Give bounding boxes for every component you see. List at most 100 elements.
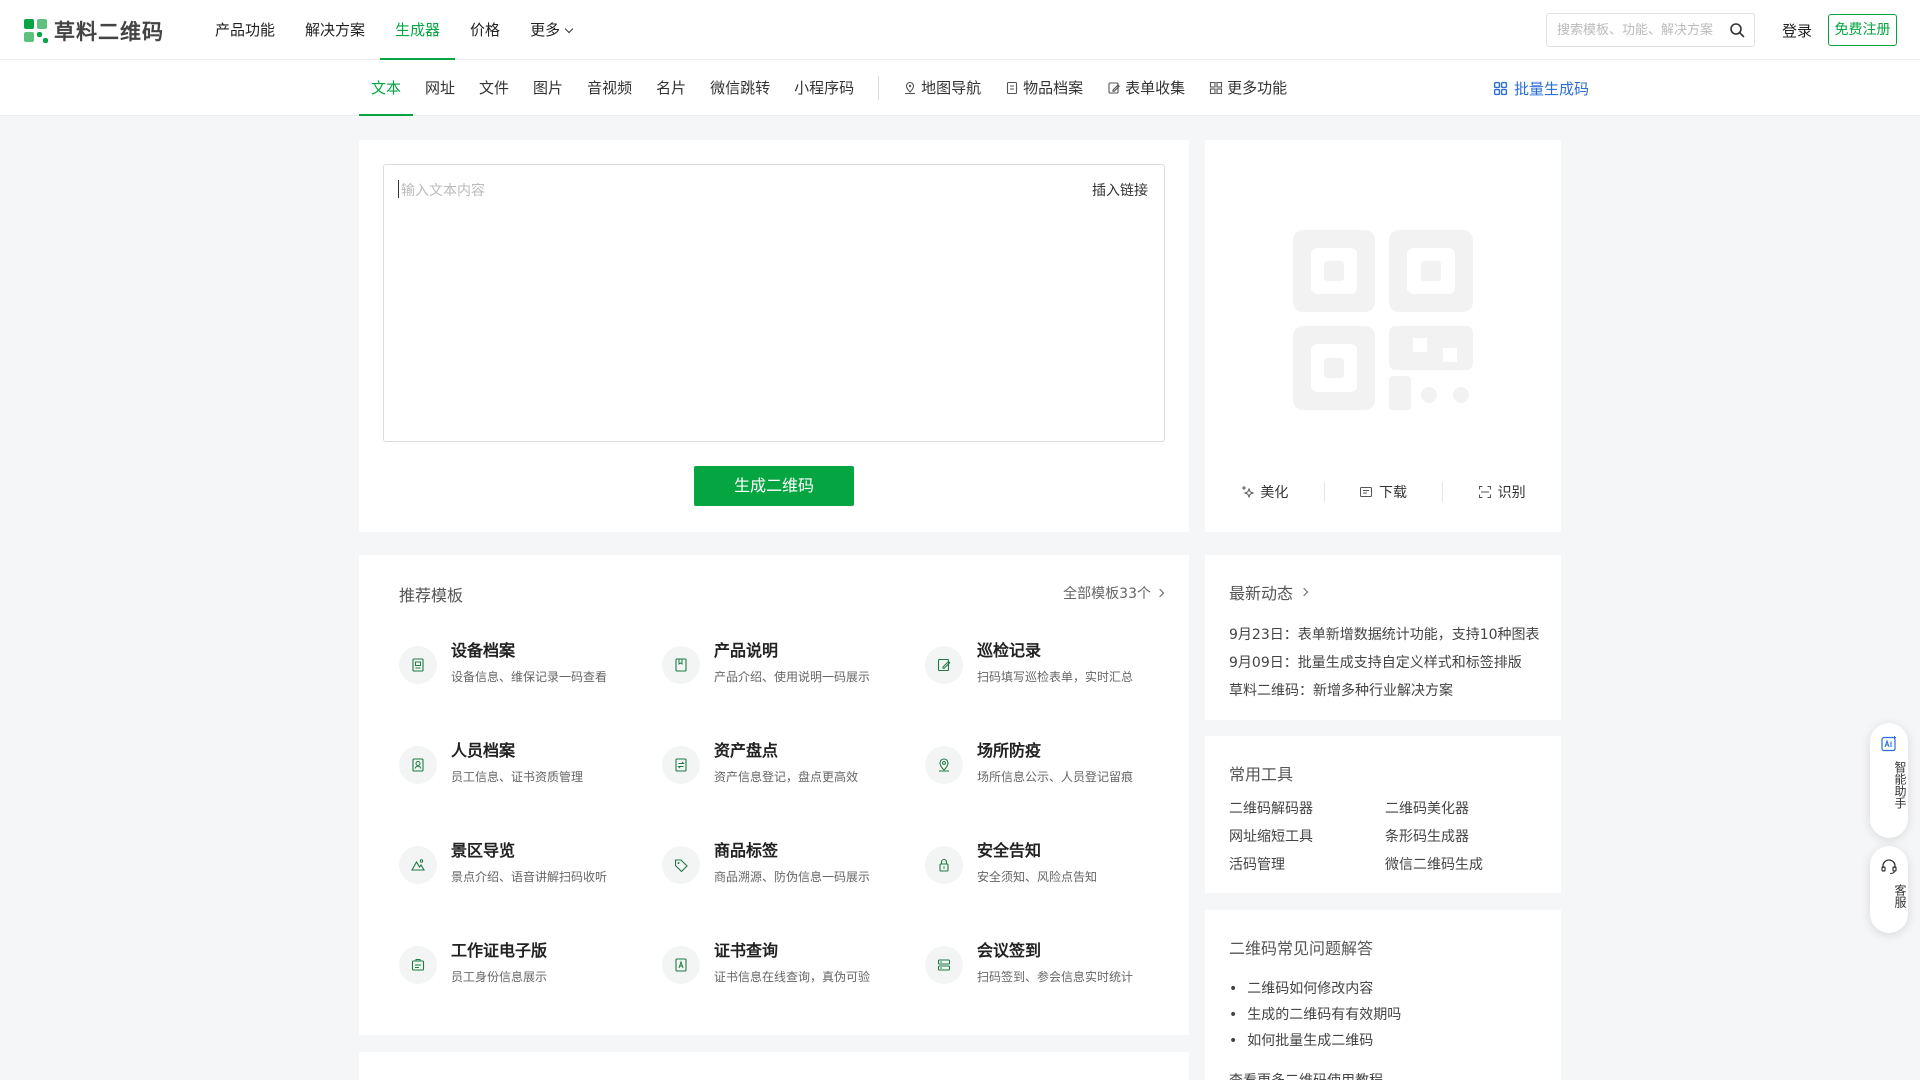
template-desc: 场所信息公示、人员登记留痕 bbox=[977, 770, 1134, 784]
login-link[interactable]: 登录 bbox=[1782, 20, 1812, 41]
person-doc-icon bbox=[412, 758, 424, 772]
template-item[interactable]: 场所防疫 场所信息公示、人员登记留痕 bbox=[925, 740, 1179, 840]
tab-audio-video[interactable]: 音视频 bbox=[575, 60, 644, 116]
batch-generate-label: 批量生成码 bbox=[1514, 80, 1590, 98]
template-item[interactable]: 证书查询 证书信息在线查询，真伪可验 bbox=[662, 940, 925, 1040]
chevron-down-icon bbox=[564, 24, 574, 34]
tab-map-navigation[interactable]: 地图导航 bbox=[891, 60, 993, 116]
news-title-link[interactable]: 最新动态 bbox=[1229, 580, 1309, 604]
template-item[interactable]: 会议签到扫码签到、参会信息实时统计 bbox=[925, 940, 1179, 1040]
template-desc: 产品介绍、使用说明一码展示 bbox=[714, 670, 871, 684]
chevron-right-icon bbox=[1299, 587, 1309, 597]
generate-qr-button[interactable]: 生成二维码 bbox=[694, 466, 854, 506]
faq-item[interactable]: 如何批量生成二维码 bbox=[1229, 1028, 1401, 1054]
nav-pricing[interactable]: 价格 bbox=[455, 0, 515, 60]
template-item[interactable]: 景区导览 景点介绍、语音讲解扫码收听 bbox=[399, 840, 662, 940]
search-icon[interactable] bbox=[1729, 22, 1745, 38]
insert-link-button[interactable]: 插入链接 bbox=[1092, 180, 1148, 200]
template-desc: 员工信息、证书资质管理 bbox=[451, 770, 584, 784]
qr-actions-bar: 美化 下载 识别 bbox=[1205, 480, 1561, 504]
tools-grid: 二维码解码器 二维码美化器 网址缩短工具 条形码生成器 活码管理 微信二维码生成 bbox=[1229, 795, 1541, 879]
ai-assistant-button[interactable]: 智能助手 bbox=[1870, 723, 1908, 838]
register-button[interactable]: 免费注册 bbox=[1828, 14, 1897, 46]
nav-generator[interactable]: 生成器 bbox=[380, 0, 456, 60]
batch-grid-icon bbox=[1493, 81, 1508, 96]
news-item[interactable]: 9月09日：批量生成支持自定义样式和标签排版 bbox=[1229, 649, 1540, 677]
chevron-right-icon bbox=[1155, 588, 1165, 598]
template-desc: 证书信息在线查询，真伪可验 bbox=[714, 970, 871, 984]
nav-more[interactable]: 更多 bbox=[515, 0, 587, 60]
template-desc: 扫码签到、参会信息实时统计 bbox=[977, 970, 1134, 984]
tool-link[interactable]: 网址缩短工具 bbox=[1229, 823, 1385, 851]
lock-icon bbox=[939, 858, 949, 872]
faq-item[interactable]: 生成的二维码有有效期吗 bbox=[1229, 1002, 1401, 1028]
search-input[interactable] bbox=[1547, 14, 1717, 46]
image-icon bbox=[1360, 487, 1372, 497]
template-item[interactable]: 人员档案 员工信息、证书资质管理 bbox=[399, 740, 662, 840]
tab-form-collection[interactable]: 表单收集 bbox=[1095, 60, 1197, 116]
tab-file[interactable]: 文件 bbox=[467, 60, 521, 116]
logo[interactable]: 草料二维码 bbox=[24, 16, 164, 46]
tab-wechat-redirect[interactable]: 微信跳转 bbox=[698, 60, 782, 116]
template-item[interactable]: 设备档案 设备信息、维保记录一码查看 bbox=[399, 640, 662, 740]
news-item[interactable]: 9月23日：表单新增数据统计功能，支持10种图表 bbox=[1229, 621, 1540, 649]
tab-text[interactable]: 文本 bbox=[359, 60, 414, 116]
tab-url[interactable]: 网址 bbox=[413, 60, 467, 116]
edit-doc-icon bbox=[937, 658, 951, 672]
main-nav: 产品功能 解决方案 生成器 价格 更多 bbox=[200, 0, 587, 60]
recognize-button[interactable]: 识别 bbox=[1442, 480, 1561, 504]
tool-link[interactable]: 活码管理 bbox=[1229, 851, 1385, 879]
tag-icon bbox=[674, 859, 688, 873]
faq-item[interactable]: 二维码如何修改内容 bbox=[1229, 976, 1401, 1002]
search-box bbox=[1546, 13, 1755, 47]
all-templates-link[interactable]: 全部模板33个 bbox=[1063, 583, 1165, 603]
template-desc: 商品溯源、防伪信息一码展示 bbox=[714, 870, 871, 884]
customer-service-button[interactable]: 客服 bbox=[1870, 846, 1908, 933]
people-icon bbox=[937, 959, 951, 971]
tool-link[interactable]: 微信二维码生成 bbox=[1385, 851, 1541, 879]
grid-icon bbox=[1210, 81, 1223, 95]
tab-mini-program[interactable]: 小程序码 bbox=[782, 60, 866, 116]
tab-more-functions[interactable]: 更多功能 bbox=[1197, 60, 1299, 116]
template-item[interactable]: 资产盘点 资产信息登记，盘点更高效 bbox=[662, 740, 925, 840]
all-templates-label: 全部模板33个 bbox=[1063, 586, 1151, 602]
text-caret bbox=[398, 180, 399, 198]
faq-title: 二维码常见问题解答 bbox=[1229, 939, 1374, 958]
customer-service-label: 客服 bbox=[1893, 884, 1907, 908]
download-label: 下载 bbox=[1379, 485, 1407, 501]
batch-generate-link[interactable]: 批量生成码 bbox=[1493, 78, 1589, 99]
tab-map-navigation-label: 地图导航 bbox=[921, 79, 982, 97]
template-item[interactable]: 工作证电子版 员工身份信息展示 bbox=[399, 940, 662, 1040]
common-tools-card: 常用工具 二维码解码器 二维码美化器 网址缩短工具 条形码生成器 活码管理 微信… bbox=[1205, 736, 1561, 893]
recognize-label: 识别 bbox=[1497, 485, 1526, 501]
template-desc: 安全须知、风险点告知 bbox=[977, 870, 1098, 884]
faq-more-link[interactable]: 查看更多二维码使用教程 bbox=[1229, 1070, 1383, 1080]
beautify-button[interactable]: 美化 bbox=[1205, 480, 1324, 504]
certificate-icon bbox=[675, 958, 687, 972]
tool-link[interactable]: 二维码解码器 bbox=[1229, 795, 1385, 823]
nav-solutions[interactable]: 解决方案 bbox=[290, 0, 380, 60]
text-input-area[interactable]: 输入文本内容 插入链接 bbox=[383, 164, 1165, 442]
template-desc: 设备信息、维保记录一码查看 bbox=[451, 670, 608, 684]
qr-preview-card: 美化 下载 识别 bbox=[1205, 140, 1561, 532]
text-editor-card: 输入文本内容 插入链接 生成二维码 bbox=[359, 140, 1189, 532]
template-item[interactable]: 商品标签 商品溯源、防伪信息一码展示 bbox=[662, 840, 925, 940]
tab-business-card[interactable]: 名片 bbox=[644, 60, 698, 116]
book-icon bbox=[675, 658, 687, 672]
template-name: 会议签到 bbox=[977, 941, 1042, 960]
tab-item-archive-label: 物品档案 bbox=[1023, 79, 1084, 97]
tool-link[interactable]: 二维码美化器 bbox=[1385, 795, 1541, 823]
tab-image[interactable]: 图片 bbox=[521, 60, 575, 116]
faq-list: 二维码如何修改内容 生成的二维码有有效期吗 如何批量生成二维码 bbox=[1229, 976, 1401, 1054]
template-item[interactable]: 产品说明产品介绍、使用说明一码展示 bbox=[662, 640, 925, 740]
template-item[interactable]: 巡检记录 扫码填写巡检表单，实时汇总 bbox=[925, 640, 1179, 740]
download-button[interactable]: 下载 bbox=[1323, 480, 1443, 504]
template-item[interactable]: 安全告知 安全须知、风险点告知 bbox=[925, 840, 1179, 940]
ai-icon bbox=[1881, 736, 1896, 752]
tab-item-archive[interactable]: 物品档案 bbox=[993, 60, 1095, 116]
template-name: 产品说明 bbox=[714, 641, 779, 660]
nav-products[interactable]: 产品功能 bbox=[200, 0, 290, 60]
template-desc: 扫码填写巡检表单，实时汇总 bbox=[977, 670, 1134, 684]
news-item[interactable]: 草料二维码：新增多种行业解决方案 bbox=[1229, 677, 1540, 705]
tool-link[interactable]: 条形码生成器 bbox=[1385, 823, 1541, 851]
